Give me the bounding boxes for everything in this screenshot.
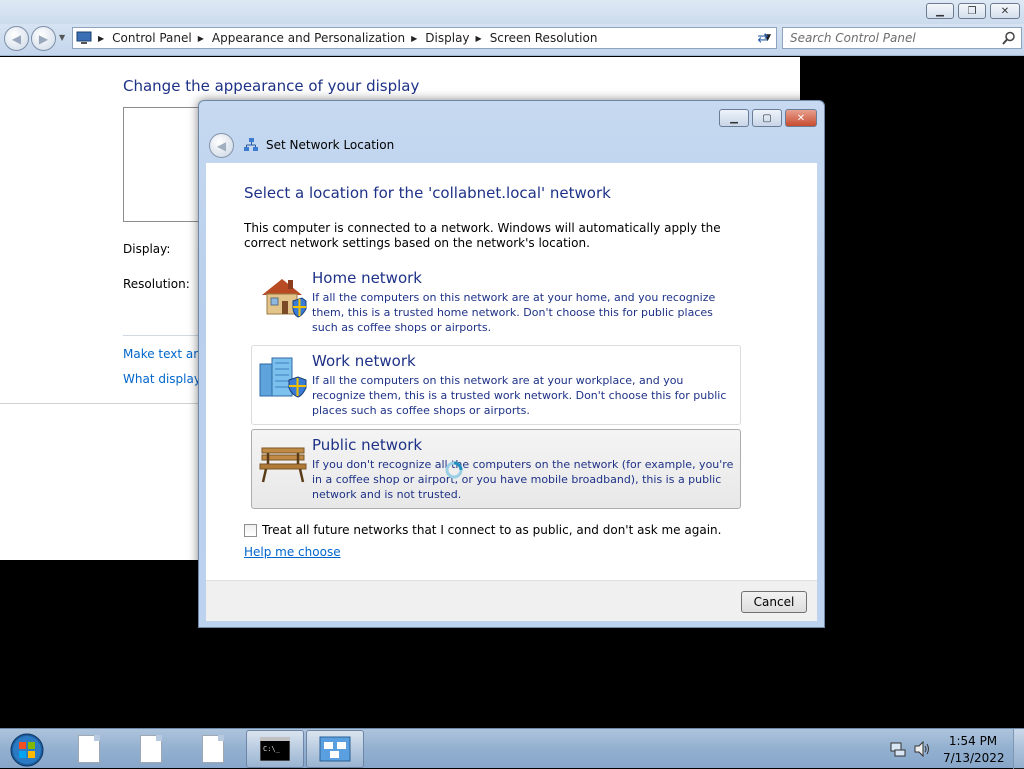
back-arrow-icon: ◀ xyxy=(216,138,227,153)
file-icon xyxy=(202,735,224,763)
cancel-button[interactable]: Cancel xyxy=(741,591,807,613)
home-network-title: Home network xyxy=(312,269,422,287)
address-bar[interactable]: ▶ Control Panel ▶ Appearance and Persona… xyxy=(72,27,777,49)
taskbar-file-2[interactable] xyxy=(122,730,180,768)
volume-icon[interactable] xyxy=(913,741,931,757)
dialog-footer: Cancel xyxy=(206,580,817,621)
breadcrumb-separator[interactable]: ▶ xyxy=(476,34,482,43)
public-network-title: Public network xyxy=(312,436,423,454)
refresh-icon: ⇄ xyxy=(757,30,769,46)
busy-cursor-icon xyxy=(445,461,463,479)
public-network-option[interactable]: Public network If you don't recognize al… xyxy=(251,429,741,509)
work-network-option[interactable]: Work network If all the computers on thi… xyxy=(251,345,741,425)
make-text-larger-link[interactable]: Make text and xyxy=(123,347,203,361)
public-network-bench-icon xyxy=(259,447,307,483)
treat-public-checkbox-label[interactable]: Treat all future networks that I connect… xyxy=(262,523,721,537)
network-tray-icon[interactable] xyxy=(890,741,906,757)
file-icon xyxy=(78,735,100,763)
taskbar: C:\_ 1:54 PM 7/13/2022 xyxy=(0,728,1024,769)
taskbar-file-3[interactable] xyxy=(184,730,242,768)
work-network-icon xyxy=(259,357,307,398)
dialog-content: Select a location for the 'collabnet.loc… xyxy=(206,163,817,580)
work-network-description: If all the computers on this network are… xyxy=(312,374,727,417)
navigation-bar: ◀ ▶ ▼ ▶ Control Panel ▶ Appearance and P… xyxy=(0,24,1024,56)
search-icon xyxy=(1002,31,1015,45)
refresh-button[interactable]: ⇄ xyxy=(752,28,774,48)
page-title: Change the appearance of your display xyxy=(123,77,420,95)
maximize-icon: ▢ xyxy=(762,112,772,124)
home-network-icon xyxy=(262,279,307,318)
start-button[interactable] xyxy=(4,730,48,768)
restore-button[interactable]: ❐ xyxy=(958,3,986,19)
breadcrumb-control-panel[interactable]: Control Panel xyxy=(112,31,192,45)
breadcrumb-separator: ▶ xyxy=(98,33,105,43)
search-input[interactable]: Search Control Panel xyxy=(782,27,1022,49)
close-button[interactable]: ✕ xyxy=(990,3,1020,19)
home-network-option[interactable]: Home network If all the computers on thi… xyxy=(251,262,741,342)
back-arrow-icon: ◀ xyxy=(11,31,22,46)
work-network-title: Work network xyxy=(312,352,416,370)
forward-arrow-icon: ▶ xyxy=(38,31,49,46)
dialog-back-button[interactable]: ◀ xyxy=(209,133,234,158)
file-icon xyxy=(140,735,162,763)
breadcrumb-separator[interactable]: ▶ xyxy=(411,34,417,43)
search-placeholder: Search Control Panel xyxy=(790,31,916,45)
control-panel-icon xyxy=(76,31,92,44)
taskbar-file-1[interactable] xyxy=(60,730,118,768)
forward-button[interactable]: ▶ xyxy=(31,26,56,51)
restore-icon: ❐ xyxy=(967,5,977,17)
breadcrumb-separator[interactable]: ▶ xyxy=(198,34,204,43)
resolution-label: Resolution: xyxy=(123,277,190,291)
recent-pages-dropdown[interactable]: ▼ xyxy=(59,33,65,42)
minimize-icon: ▁ xyxy=(936,5,944,17)
back-button[interactable]: ◀ xyxy=(4,26,29,51)
dialog-close-button[interactable]: ✕ xyxy=(785,109,817,127)
svg-text:C:\_: C:\_ xyxy=(263,745,281,753)
network-location-icon xyxy=(319,736,351,762)
dialog-intro-text: This computer is connected to a network.… xyxy=(244,221,721,250)
clock-time[interactable]: 1:54 PM xyxy=(943,734,1003,748)
home-network-description: If all the computers on this network are… xyxy=(312,291,716,334)
breadcrumb-appearance[interactable]: Appearance and Personalization xyxy=(212,31,405,45)
minimize-button[interactable]: ▁ xyxy=(926,3,954,19)
dialog-minimize-button[interactable]: ▁ xyxy=(719,109,749,127)
minimize-icon: ▁ xyxy=(730,112,738,124)
breadcrumb-screen-resolution[interactable]: Screen Resolution xyxy=(490,31,598,45)
taskbar-network-location[interactable] xyxy=(306,730,364,768)
dialog-maximize-button[interactable]: ▢ xyxy=(752,109,782,127)
close-icon: ✕ xyxy=(796,112,806,124)
display-settings-link[interactable]: What display s xyxy=(123,372,203,386)
network-icon xyxy=(244,138,258,151)
clock-date[interactable]: 7/13/2022 xyxy=(943,751,1005,765)
dialog-title: Set Network Location xyxy=(266,138,395,152)
command-prompt-icon: C:\_ xyxy=(260,737,290,761)
help-me-choose-link[interactable]: Help me choose xyxy=(244,545,341,559)
display-label: Display: xyxy=(123,242,171,256)
set-network-location-dialog: ▁ ▢ ✕ ◀ Set Network Location Select a lo… xyxy=(198,100,825,628)
dialog-heading: Select a location for the 'collabnet.loc… xyxy=(244,184,611,202)
breadcrumb-display[interactable]: Display xyxy=(425,31,469,45)
treat-public-checkbox[interactable] xyxy=(244,523,257,537)
treat-public-checkbox-row[interactable]: Treat all future networks that I connect… xyxy=(244,523,721,537)
divider xyxy=(0,403,200,404)
public-network-description: If you don't recognize all the computers… xyxy=(312,458,734,501)
taskbar-command-prompt[interactable]: C:\_ xyxy=(246,730,304,768)
close-icon: ✕ xyxy=(1000,5,1010,17)
system-tray: 1:54 PM 7/13/2022 xyxy=(885,729,1024,769)
control-panel-titlebar: ▁ ❐ ✕ xyxy=(0,0,1024,24)
show-desktop-button[interactable] xyxy=(1013,729,1024,769)
